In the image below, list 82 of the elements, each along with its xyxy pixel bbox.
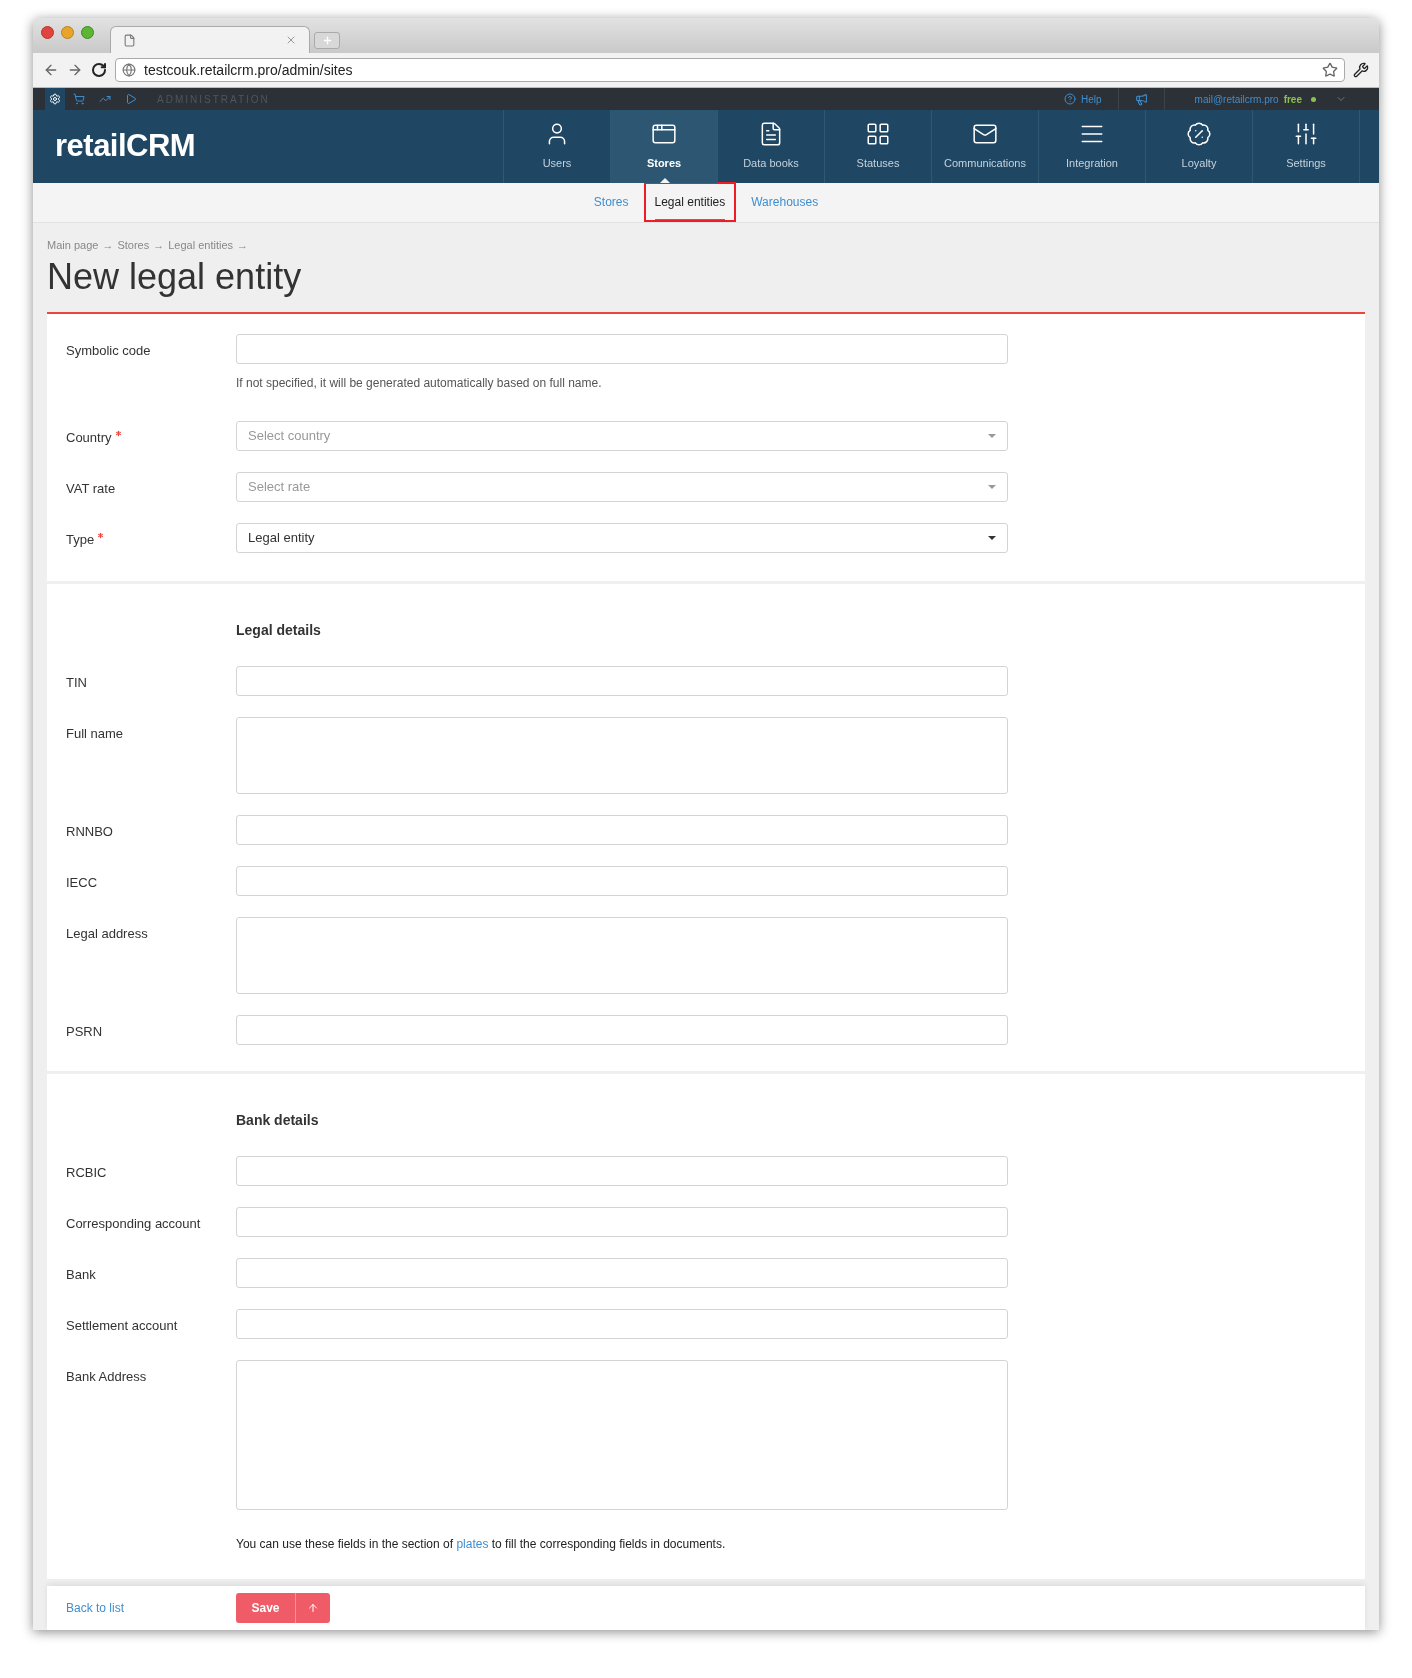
field-label: TIN — [66, 674, 87, 692]
field-label: Corresponding account — [66, 1215, 201, 1233]
note-text: You can use these fields in the section of plates to fill the corresponding fields in documents. — [236, 1536, 727, 1553]
section-heading: Bank details — [236, 1111, 320, 1130]
logo: retailCRM — [55, 127, 196, 166]
breadcrumb-separator: → — [153, 237, 165, 253]
address-bar[interactable]: testcouk.retailcrm.pro/admin/sites — [115, 58, 1345, 83]
field-label: Bank — [66, 1266, 96, 1284]
nav-item[interactable]: Statuses — [825, 110, 932, 183]
field-label: PSRN — [66, 1023, 103, 1041]
caret-icon — [988, 434, 996, 438]
field-label: Legal address — [66, 925, 148, 943]
section-heading: Legal details — [236, 621, 322, 640]
caret-icon — [988, 536, 996, 540]
text-field[interactable] — [236, 1156, 1008, 1186]
text-field[interactable] — [236, 1258, 1008, 1288]
megaphone-icon[interactable] — [1134, 92, 1148, 106]
save-options-button[interactable] — [295, 1593, 330, 1623]
field-label: VAT rate — [66, 480, 116, 498]
star-icon[interactable] — [1322, 62, 1338, 79]
cart-icon[interactable] — [73, 93, 85, 106]
zoom-window-icon[interactable] — [81, 26, 94, 40]
settings-icon — [49, 93, 61, 106]
nav-item[interactable]: Communications — [932, 110, 1039, 183]
field-label: Symbolic code — [66, 342, 151, 360]
wrench-icon[interactable] — [1353, 62, 1369, 79]
text-field[interactable] — [236, 1309, 1008, 1339]
text-field[interactable] — [236, 1207, 1008, 1237]
new-tab-button[interactable] — [314, 32, 340, 50]
page-icon — [123, 33, 136, 47]
breadcrumb-separator: → — [237, 237, 248, 253]
field-label: IECC — [66, 874, 98, 892]
grid-icon — [865, 121, 891, 148]
back-link[interactable]: Back to list — [66, 1599, 236, 1617]
page-title: New legal entity — [47, 255, 303, 299]
close-window-icon[interactable] — [41, 26, 54, 40]
plan-label: free — [1283, 92, 1302, 107]
globe-icon — [122, 63, 136, 78]
url-text: testcouk.retailcrm.pro/admin/sites — [144, 60, 353, 80]
nav-item[interactable]: Integration — [1039, 110, 1146, 183]
browser-tab[interactable] — [110, 26, 310, 54]
reload-icon[interactable] — [91, 62, 107, 79]
select-field[interactable]: Legal entity — [236, 523, 1008, 553]
nav-item[interactable]: Stores — [611, 110, 718, 183]
text-area[interactable] — [236, 717, 1008, 794]
plates-link[interactable]: plates — [456, 1537, 489, 1551]
settings-tab[interactable] — [45, 88, 65, 111]
text-field[interactable] — [236, 866, 1008, 896]
percent-tag-icon — [1186, 121, 1212, 148]
help-icon — [1064, 93, 1076, 106]
minimize-window-icon[interactable] — [61, 26, 74, 40]
breadcrumb-link[interactable]: Main page — [47, 236, 99, 253]
nav-item[interactable]: Loyalty — [1146, 110, 1253, 183]
field-label: Full name — [66, 725, 124, 743]
play-icon[interactable] — [125, 93, 137, 106]
nav-item[interactable]: Settings — [1253, 110, 1360, 183]
field-label: Bank Address — [66, 1368, 147, 1386]
breadcrumb-link[interactable]: Stores — [117, 236, 150, 253]
text-field[interactable] — [236, 815, 1008, 845]
sub-tab[interactable]: Stores — [582, 182, 640, 222]
field-hint: If not specified, it will be generated automatically based on full name. — [236, 375, 603, 392]
field-label: Type — [66, 531, 95, 549]
field-label: Country — [66, 429, 112, 447]
caret-icon — [988, 485, 996, 489]
field-label: RCBIC — [66, 1164, 107, 1182]
account-email[interactable]: mail@retailcrm.pro — [1194, 91, 1279, 107]
select-field[interactable]: Select rate — [236, 472, 1008, 502]
save-button[interactable]: Save — [236, 1593, 295, 1623]
arrow-up-icon — [307, 1602, 319, 1614]
breadcrumb-link[interactable]: Legal entities — [168, 236, 233, 253]
field-label: RNNBO — [66, 823, 113, 841]
text-area[interactable] — [236, 917, 1008, 994]
nav-item[interactable]: Data books — [718, 110, 825, 183]
breadcrumb-separator: → — [102, 237, 114, 253]
sub-tab[interactable]: Legal entities — [643, 182, 737, 222]
select-field[interactable]: Select country — [236, 421, 1008, 451]
text-field[interactable] — [236, 1015, 1008, 1045]
text-field[interactable] — [236, 666, 1008, 696]
text-field[interactable] — [236, 334, 1008, 364]
field-label: Settlement account — [66, 1317, 178, 1335]
plus-icon — [321, 35, 333, 47]
sub-tab[interactable]: Warehouses — [740, 182, 830, 222]
